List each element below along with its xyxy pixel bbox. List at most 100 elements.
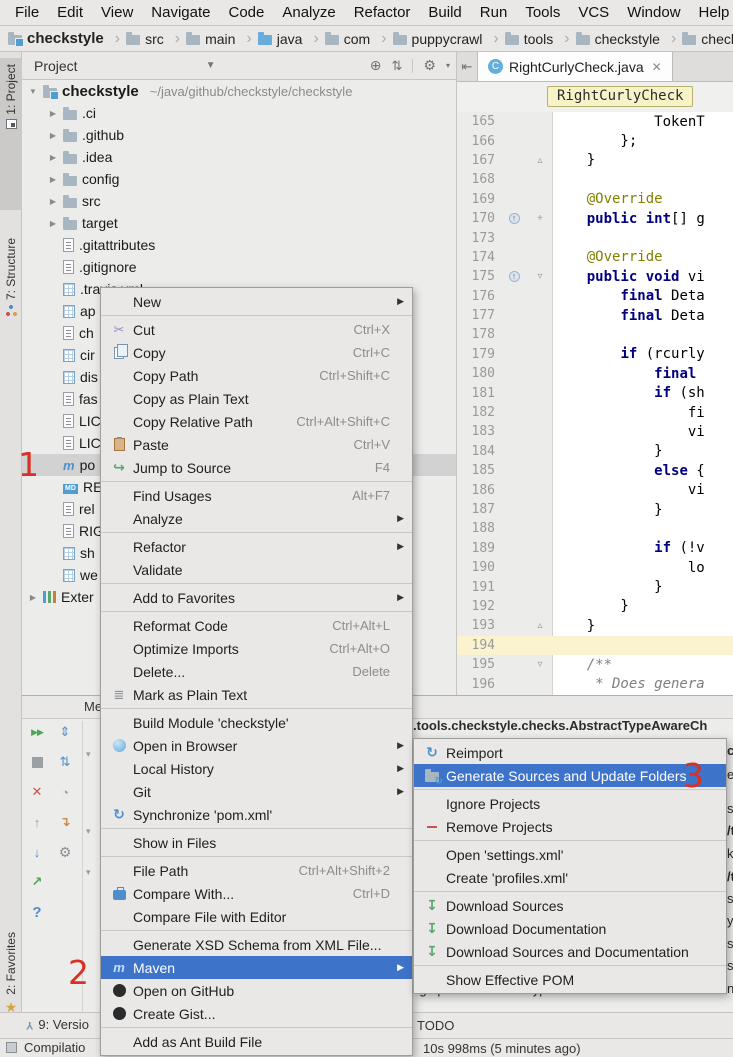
context-menu-item[interactable]: Open on GitHub ▶ — [101, 979, 412, 1002]
breadcrumb-item[interactable]: com › — [325, 30, 393, 48]
menu-bar-item[interactable]: Help — [690, 4, 733, 21]
toolbar-button[interactable] — [28, 783, 46, 801]
menu-bar-item[interactable]: Analyze — [273, 4, 344, 21]
submenu-item[interactable]: Create 'profiles.xml' ▶ — [414, 866, 726, 889]
menu-bar-item[interactable]: Code — [219, 4, 273, 21]
menu-bar-item[interactable]: Run — [471, 4, 517, 21]
context-menu-item[interactable]: Open in Browser ▶ — [101, 734, 412, 757]
chevron-down-icon[interactable]: ▼ — [206, 60, 216, 71]
context-menu-item[interactable]: Synchronize 'pom.xml' ▶ — [101, 803, 412, 826]
override-icon[interactable] — [509, 271, 520, 282]
toolbar-button[interactable] — [28, 753, 46, 771]
toolbar-button[interactable] — [28, 723, 46, 741]
context-menu-item[interactable]: Validate ▶ — [101, 558, 412, 581]
submenu-item[interactable]: Reimport ▶ — [414, 741, 726, 764]
context-menu-item[interactable]: New ▶ — [101, 290, 412, 313]
submenu-item[interactable]: Show Effective POM ▶ — [414, 968, 726, 991]
context-menu-item[interactable]: Show in Files ▶ — [101, 831, 412, 854]
context-menu-item[interactable]: Optimize Imports Ctrl+Alt+O ▶ — [101, 637, 412, 660]
context-menu-item[interactable]: Create Gist... ▶ — [101, 1002, 412, 1025]
context-menu-item[interactable]: Refactor ▶ — [101, 535, 412, 558]
tool-window-tab-project[interactable]: 1: Project — [0, 58, 22, 210]
breadcrumb-item[interactable]: src › — [126, 30, 186, 48]
toolbar-button[interactable] — [56, 723, 74, 741]
menu-bar-item[interactable]: Navigate — [142, 4, 219, 21]
toolbar-button[interactable] — [28, 843, 46, 861]
menu-bar-item[interactable]: Window — [618, 4, 689, 21]
context-menu-item[interactable]: Cut Ctrl+X ▶ — [101, 318, 412, 341]
context-menu-item[interactable]: Mark as Plain Text ▶ — [101, 683, 412, 706]
hide-panel-icon[interactable] — [457, 52, 477, 81]
breadcrumb-item[interactable]: puppycrawl › — [393, 30, 505, 48]
fold-marker-icon[interactable]: ▵ — [527, 620, 553, 631]
submenu-item[interactable]: Download Sources and Documentation ▶ — [414, 940, 726, 963]
menu-bar-item[interactable]: Edit — [48, 4, 92, 21]
fold-marker-icon[interactable]: + — [527, 213, 553, 224]
gear-icon[interactable] — [423, 57, 436, 74]
context-menu-item[interactable]: Copy as Plain Text ▶ — [101, 387, 412, 410]
toolbar-button[interactable] — [56, 813, 74, 831]
tree-row[interactable]: ▶ config — [22, 168, 456, 190]
breadcrumb-item[interactable]: checkstyle › — [576, 30, 683, 48]
tree-row[interactable]: ▶ .github — [22, 124, 456, 146]
toolbar-button[interactable] — [28, 813, 46, 831]
context-menu-item[interactable]: Paste Ctrl+V ▶ — [101, 433, 412, 456]
close-icon[interactable]: ✕ — [652, 60, 662, 74]
tool-window-tab-structure[interactable]: 7: Structure — [0, 234, 22, 364]
toolbar-button[interactable] — [28, 873, 46, 891]
breadcrumb-item[interactable]: tools › — [505, 30, 576, 48]
locate-icon[interactable] — [370, 57, 382, 74]
context-menu-item[interactable]: Generate XSD Schema from XML File... ▶ — [101, 933, 412, 956]
context-menu-item[interactable]: Find Usages Alt+F7 ▶ — [101, 484, 412, 507]
context-menu-item[interactable]: Delete... Delete ▶ — [101, 660, 412, 683]
expand-arrow-icon[interactable]: ▶ — [48, 153, 58, 162]
context-menu-item[interactable]: Reformat Code Ctrl+Alt+L ▶ — [101, 614, 412, 637]
tree-row[interactable]: ▶ .ci — [22, 102, 456, 124]
expand-arrow-icon[interactable]: ▶ — [48, 109, 58, 118]
submenu-item[interactable]: Download Sources ▶ — [414, 894, 726, 917]
expand-arrow-icon[interactable]: ▶ — [48, 131, 58, 140]
submenu-item[interactable]: Open 'settings.xml' ▶ — [414, 843, 726, 866]
tree-row[interactable]: .gitattributes — [22, 234, 456, 256]
override-icon[interactable] — [509, 213, 520, 224]
context-menu-item[interactable]: Copy Relative Path Ctrl+Alt+Shift+C ▶ — [101, 410, 412, 433]
toolbar-button[interactable] — [56, 843, 74, 861]
context-menu-item[interactable]: File Path Ctrl+Alt+Shift+2 ▶ — [101, 859, 412, 882]
editor[interactable]: RightCurlyCheck.java ✕ RightCurlyCheck 1… — [456, 52, 733, 695]
context-menu-item[interactable]: Jump to Source F4 ▶ — [101, 456, 412, 479]
collapse-arrow-icon[interactable] — [86, 867, 91, 878]
context-menu-item[interactable]: Compare File with Editor ▶ — [101, 905, 412, 928]
submenu-item[interactable]: Generate Sources and Update Folders ▶ — [414, 764, 726, 787]
editor-tab[interactable]: RightCurlyCheck.java ✕ — [477, 52, 673, 81]
fold-marker-icon[interactable]: ▿ — [527, 271, 553, 282]
menu-bar-item[interactable]: View — [92, 4, 142, 21]
expand-arrow-icon[interactable]: ▶ — [48, 219, 58, 228]
context-menu-item[interactable]: Add as Ant Build File ▶ — [101, 1030, 412, 1053]
context-menu-item[interactable]: Local History ▶ — [101, 757, 412, 780]
menu-bar-item[interactable]: Tools — [516, 4, 569, 21]
collapse-arrow-icon[interactable] — [86, 826, 91, 837]
context-menu-item[interactable]: Copy Path Ctrl+Shift+C ▶ — [101, 364, 412, 387]
breadcrumb-item[interactable]: java › — [258, 30, 325, 48]
expand-arrow-icon[interactable]: ▶ — [48, 197, 58, 206]
todo-label[interactable]: TODO — [417, 1018, 454, 1033]
context-menu-item[interactable]: Analyze ▶ — [101, 507, 412, 530]
submenu-item[interactable]: Remove Projects ▶ — [414, 815, 726, 838]
breadcrumb-item[interactable]: checkstyle › — [8, 30, 126, 48]
tree-row[interactable]: .gitignore — [22, 256, 456, 278]
context-menu-item[interactable]: Git ▶ — [101, 780, 412, 803]
context-menu-item[interactable]: Compare With... Ctrl+D ▶ — [101, 882, 412, 905]
tool-window-tab-version-control[interactable]: 9: Versio — [26, 1017, 89, 1032]
submenu-item[interactable]: Ignore Projects ▶ — [414, 792, 726, 815]
breadcrumb-item[interactable]: checks › — [682, 30, 733, 48]
toolbar-button[interactable] — [56, 753, 74, 771]
collapse-all-icon[interactable] — [392, 58, 403, 74]
code-area[interactable]: 165 TokenT 166 }; 167 ▵ — [457, 112, 733, 695]
context-menu-item[interactable]: Maven ▶ — [101, 956, 412, 979]
fold-marker-icon[interactable]: ▿ — [527, 659, 553, 670]
expand-arrow-icon[interactable]: ▶ — [48, 175, 58, 184]
class-name-chip[interactable]: RightCurlyCheck — [547, 86, 693, 107]
menu-bar-item[interactable]: Build — [419, 4, 470, 21]
toolbar-button[interactable] — [28, 903, 46, 921]
expand-arrow-icon[interactable]: ▼ — [28, 87, 38, 96]
